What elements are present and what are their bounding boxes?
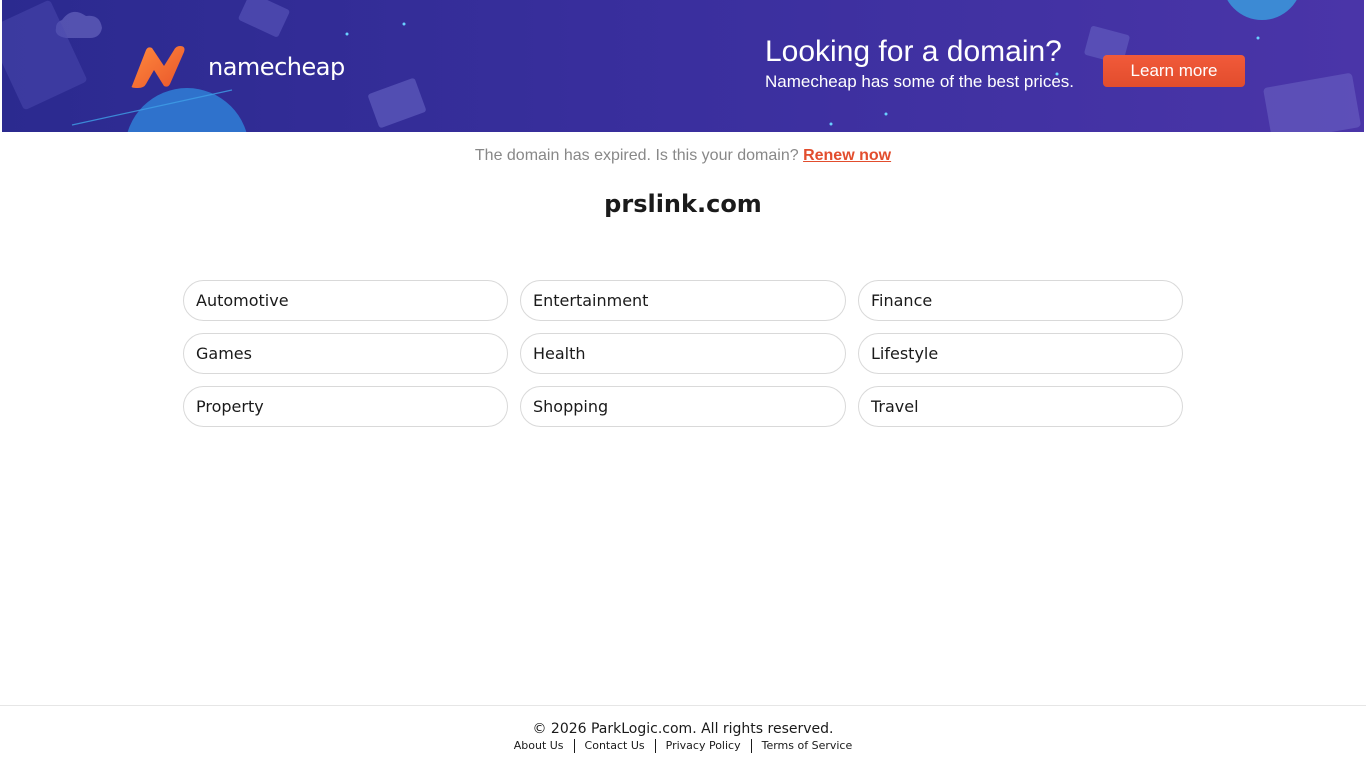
learn-more-button[interactable]: Learn more [1103,55,1245,87]
promo-subtitle: Namecheap has some of the best prices. [765,72,1074,91]
namecheap-logo-text: namecheap [208,53,345,81]
category-property[interactable]: Property [183,386,508,427]
category-games[interactable]: Games [183,333,508,374]
promo-text: Looking for a domain? Namecheap has some… [765,34,1074,93]
category-finance[interactable]: Finance [858,280,1183,321]
category-grid: Automotive Entertainment Finance Games H… [183,280,1183,427]
category-entertainment[interactable]: Entertainment [520,280,846,321]
category-automotive[interactable]: Automotive [183,280,508,321]
page: namecheap Looking for a domain? Namechea… [0,0,1366,768]
renew-now-link[interactable]: Renew now [803,147,891,164]
expired-notice-text: The domain has expired. Is this your dom… [474,147,799,164]
footer-link-about-us[interactable]: About Us [504,739,574,753]
namecheap-logo-icon [131,46,185,88]
domain-title: prslink.com [604,190,762,218]
category-health[interactable]: Health [520,333,846,374]
category-travel[interactable]: Travel [858,386,1183,427]
footer-link-terms-of-service[interactable]: Terms of Service [752,739,863,753]
footer-links: About Us Contact Us Privacy Policy Terms… [0,739,1366,753]
namecheap-banner[interactable]: namecheap Looking for a domain? Namechea… [2,0,1364,132]
category-shopping[interactable]: Shopping [520,386,846,427]
expired-notice: The domain has expired. Is this your dom… [0,146,1366,166]
namecheap-logo[interactable]: namecheap [130,46,345,88]
promo-title: Looking for a domain? [765,35,1062,68]
footer-link-contact-us[interactable]: Contact Us [575,739,655,753]
footer-link-privacy-policy[interactable]: Privacy Policy [656,739,751,753]
copyright-text: © 2026 ParkLogic.com. All rights reserve… [532,721,834,737]
category-lifestyle[interactable]: Lifestyle [858,333,1183,374]
footer: © 2026 ParkLogic.com. All rights reserve… [0,705,1366,768]
